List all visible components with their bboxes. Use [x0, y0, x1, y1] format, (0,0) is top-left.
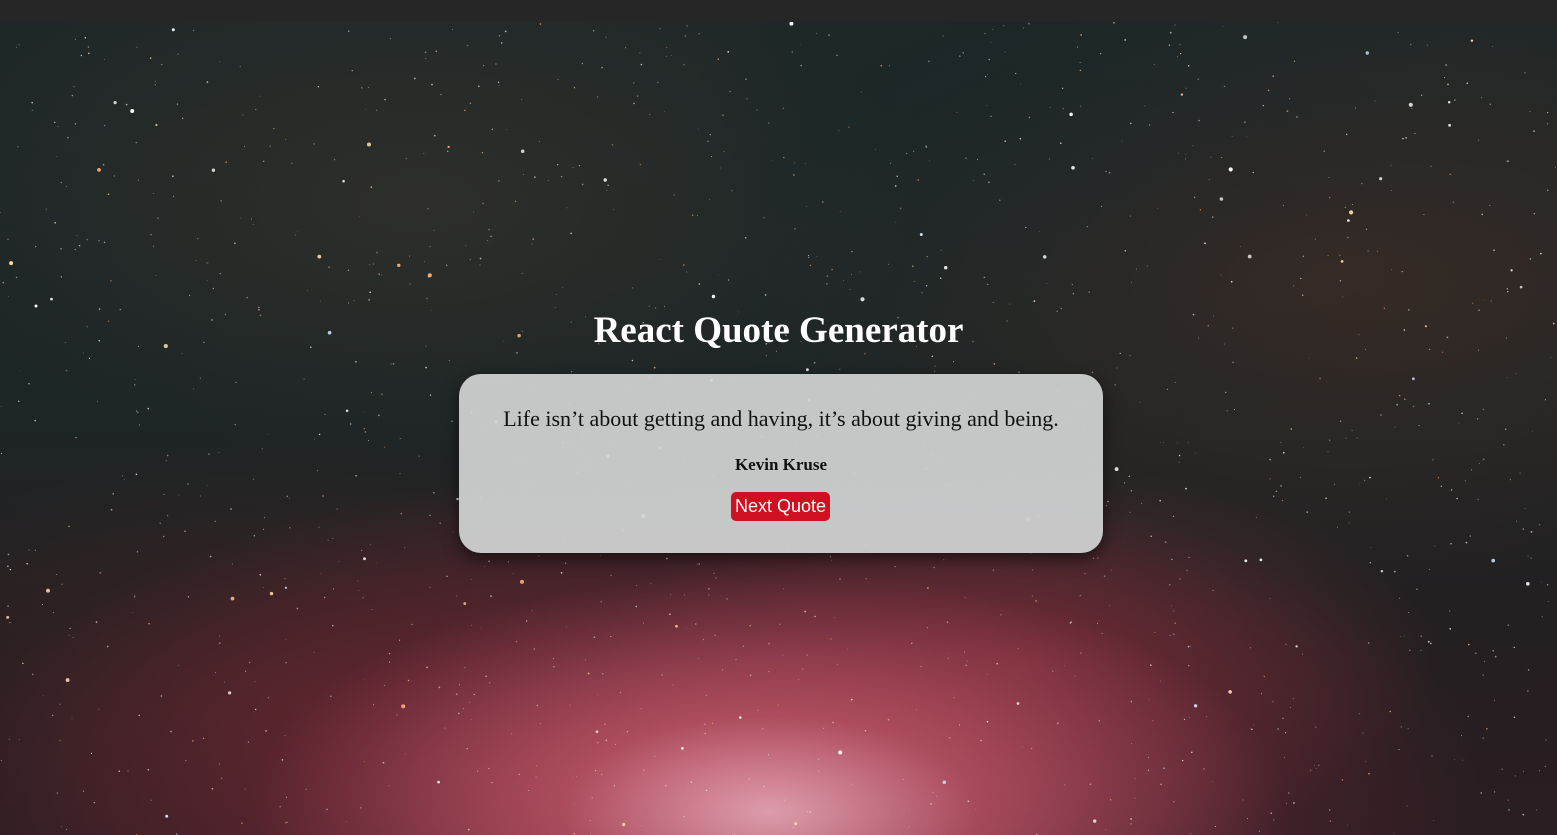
browser-top-bar — [0, 0, 1557, 22]
next-quote-button[interactable]: Next Quote — [731, 492, 830, 521]
page-title: React Quote Generator — [593, 310, 964, 351]
quote-text: Life isn’t about getting and having, it’… — [503, 406, 1059, 431]
quote-card: Life isn’t about getting and having, it’… — [459, 374, 1103, 553]
quote-author: Kevin Kruse — [734, 455, 828, 474]
